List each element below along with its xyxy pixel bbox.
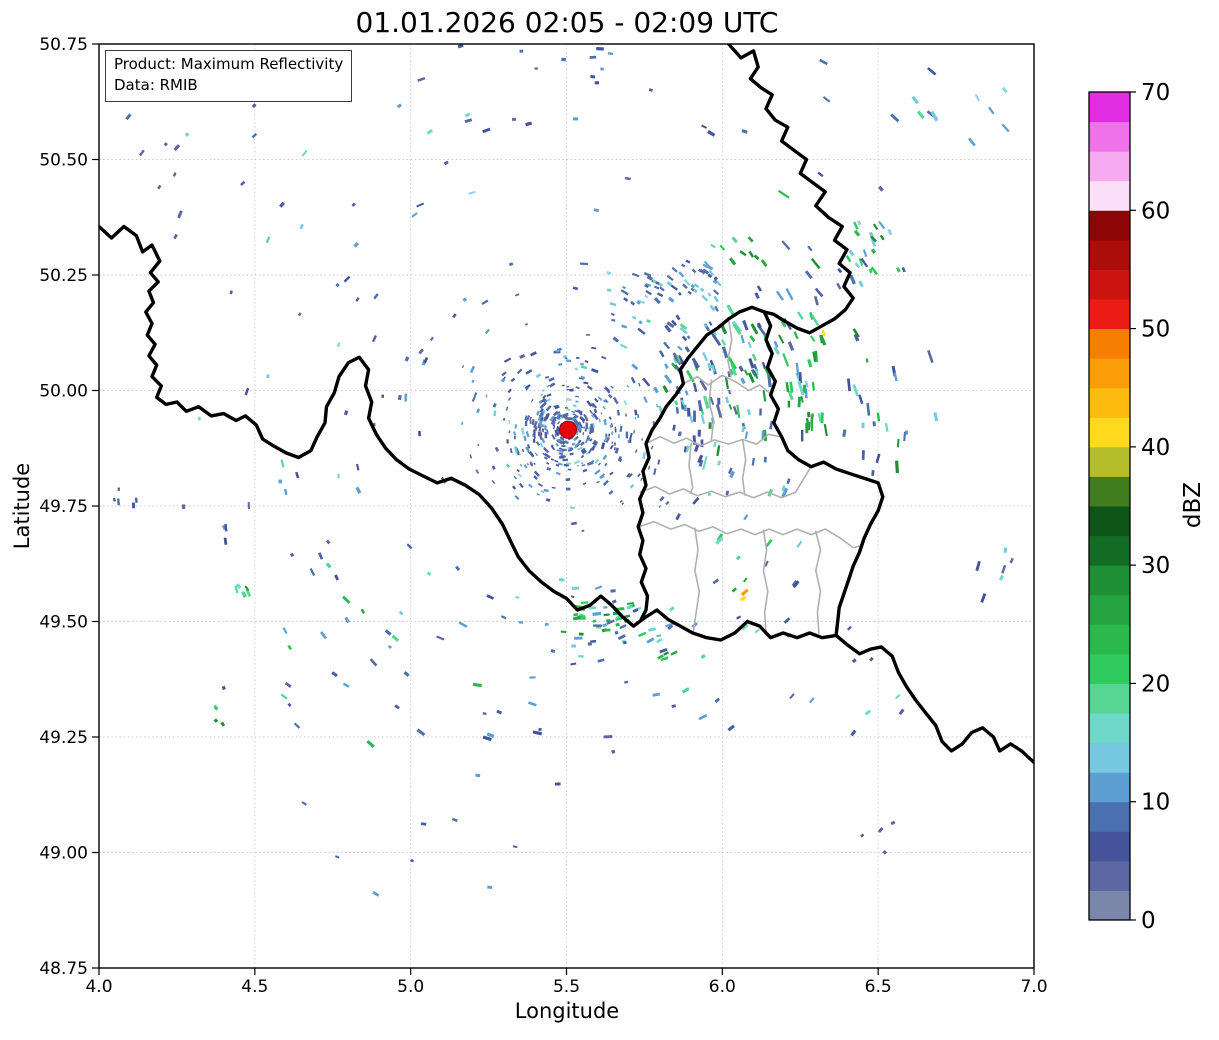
- colorbar-label: dBZ: [1180, 482, 1206, 528]
- echo-cluster-sw-scatter: [222, 474, 520, 748]
- colorbar-tick-label: 20: [1141, 671, 1170, 697]
- y-tick-label: 50.50: [39, 151, 88, 171]
- colorbar-tick-label: 10: [1141, 790, 1170, 816]
- colorbar-tick-label: 50: [1141, 317, 1170, 343]
- echo-cluster-south-scatter: [370, 608, 735, 785]
- colorbar-tick-label: 70: [1141, 80, 1170, 106]
- radar-map-canvas: 4.0 4.5 5.0 5.5 6.0 6.5 7.0 50.75 50.50 50.25 50.0…: [0, 0, 1219, 1040]
- echo-cluster-north-band: [573, 262, 722, 332]
- echo-cluster-ne-corner: [968, 87, 1010, 147]
- x-tick-label: 5.5: [553, 977, 580, 997]
- echo-cluster-lux-south-spot: [732, 577, 749, 601]
- echo-cluster-south-border: [519, 578, 675, 658]
- y-tick-label: 50.75: [39, 35, 88, 55]
- figure-title: 01.01.2026 02:05 - 02:09 UTC: [99, 6, 1035, 39]
- echo-cluster-sw-green-spot: [213, 705, 225, 727]
- y-tick-label: 49.50: [39, 613, 88, 633]
- x-tick-label: 5.0: [397, 977, 424, 997]
- y-tick-label: 50.00: [39, 382, 88, 402]
- echo-cluster-west-scatter: [182, 388, 361, 589]
- y-tick-label: 49.00: [39, 844, 88, 864]
- colorbar-tick-label: 40: [1141, 435, 1170, 461]
- y-tick-label: 48.75: [39, 959, 88, 979]
- radar-figure: 4.0 4.5 5.0 5.5 6.0 6.5 7.0 50.75 50.50 50.25 50.0…: [0, 0, 1219, 1040]
- echo-cluster-ne-green-a: [794, 315, 827, 368]
- echo-cluster-nw-scatter: [173, 129, 433, 402]
- x-tick-label: 4.5: [241, 977, 268, 997]
- gridlines: [99, 44, 1034, 968]
- colorbar: 0 10 20 30 40 50 60 70: [1089, 80, 1170, 934]
- echo-cluster-lux-north: [642, 285, 804, 474]
- echo-cluster-top-mid: [519, 50, 652, 92]
- echo-cluster-south-border-green-e: [603, 605, 633, 631]
- colorbar-tick-label: 30: [1141, 553, 1170, 579]
- radar-site-marker: [560, 421, 577, 438]
- product-line: Product: Maximum Reflectivity: [114, 54, 343, 75]
- y-tick-label: 49.75: [39, 497, 88, 517]
- x-tick-label: 6.5: [865, 977, 892, 997]
- colorbar-tick-label: 60: [1141, 198, 1170, 224]
- echo-cluster-nw-of-radar: [416, 202, 559, 409]
- colorbar-tick-label: 0: [1141, 908, 1156, 934]
- x-tick-label: 4.0: [85, 977, 112, 997]
- product-info-box: Product: Maximum Reflectivity Data: RMIB: [105, 50, 352, 102]
- axis-ticks: [92, 44, 1034, 975]
- echo-cluster-ne-top: [819, 59, 938, 122]
- echo-cluster-e-of-lux: [854, 334, 939, 476]
- y-tick-label: 49.25: [39, 728, 88, 748]
- x-axis-label: Longitude: [99, 999, 1035, 1023]
- echo-cluster-far-nw: [125, 103, 256, 189]
- echo-cluster-right-low: [860, 821, 895, 855]
- data-source-line: Data: RMIB: [114, 75, 343, 96]
- y-tick-label: 50.25: [39, 266, 88, 286]
- echo-cluster-se-green-spot: [657, 648, 677, 661]
- echo-cluster-ne-green-small: [710, 236, 759, 265]
- region-borders: [639, 319, 862, 635]
- x-tick-label: 7.0: [1020, 977, 1047, 997]
- y-axis-label: Latitude: [10, 463, 34, 549]
- echo-cluster-radar-clutter: [373, 293, 703, 532]
- echo-cluster-right-mid: [975, 547, 1013, 603]
- echo-cluster-bottom-sparse: [301, 801, 517, 897]
- x-tick-label: 6.0: [709, 977, 736, 997]
- echo-cluster-ne-green-c: [805, 412, 824, 433]
- radar-echoes: [113, 43, 1014, 896]
- echo-cluster-sw-teal-spot: [234, 586, 251, 598]
- echo-cluster-se-scatter: [691, 580, 904, 736]
- echo-cluster-left-edge-spot: [113, 487, 138, 508]
